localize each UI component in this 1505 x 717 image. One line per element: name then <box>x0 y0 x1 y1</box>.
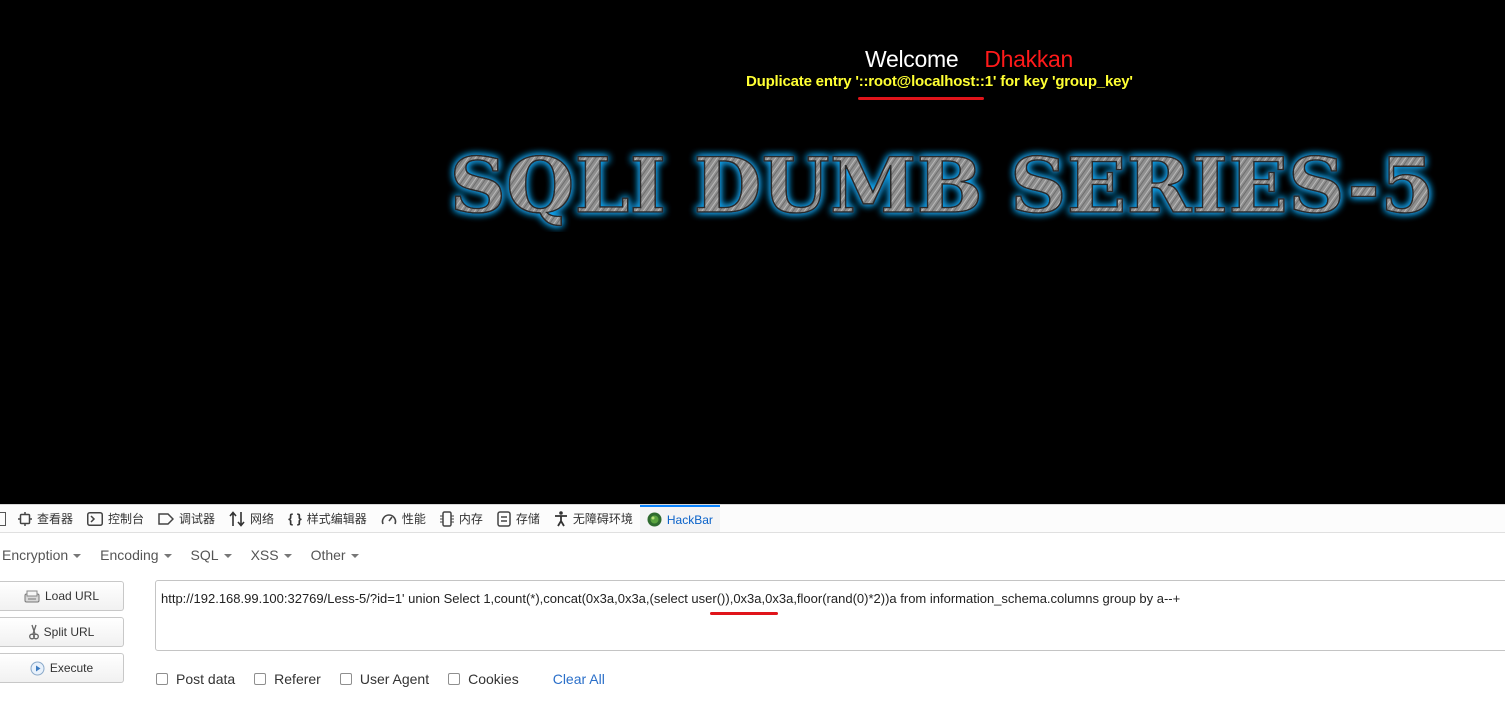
picker-icon[interactable] <box>0 511 6 526</box>
banner-title: SQLI DUMB SERIES-5 <box>449 142 1436 231</box>
welcome-label: Welcome <box>864 46 959 72</box>
menu-other[interactable]: Other <box>311 547 359 563</box>
tab-label: 无障碍环境 <box>572 512 633 526</box>
user-agent-checkbox[interactable] <box>339 673 352 685</box>
tab-label: 调试器 <box>179 512 216 526</box>
error-prefix: Duplicate entry ' <box>746 73 859 90</box>
hackbar-icon <box>647 512 662 527</box>
menu-label: SQL <box>190 547 219 563</box>
tab-storage[interactable]: 存储 <box>490 505 547 532</box>
page-content: Welcome Dhakkan Duplicate entry '::root@l… <box>0 0 1505 504</box>
tab-memory[interactable]: 内存 <box>433 505 490 532</box>
tab-label: 存储 <box>515 512 540 526</box>
caret-down-icon <box>163 554 172 558</box>
menu-xss[interactable]: XSS <box>251 547 292 563</box>
hackbar-menu: Encryption Encoding SQL XSS Other <box>0 540 378 570</box>
tab-label: 性能 <box>401 512 426 526</box>
banner-text: SQLI DUMB SERIES-5 <box>450 142 1435 230</box>
menu-sql[interactable]: SQL <box>191 547 232 563</box>
tab-label: 查看器 <box>37 512 74 526</box>
tab-style-editor[interactable]: { } 样式编辑器 <box>281 505 374 532</box>
split-url-label: Split URL <box>43 625 95 639</box>
tab-hackbar[interactable]: HackBar <box>639 505 720 532</box>
option-label: Post data <box>176 671 236 687</box>
console-icon <box>87 511 104 526</box>
error-highlight: ::root@localhost::1 <box>858 73 993 90</box>
error-message: Duplicate entry '::root@localhost::1' fo… <box>746 73 1133 90</box>
post-data-option[interactable]: Post data <box>156 671 235 687</box>
caret-down-icon <box>350 554 359 558</box>
scissors-icon <box>28 624 39 640</box>
load-url-icon <box>24 590 40 602</box>
menu-encoding[interactable]: Encoding <box>100 547 172 563</box>
error-underline-mark <box>858 97 984 100</box>
clear-all-link[interactable]: Clear All <box>553 671 605 687</box>
cookies-option[interactable]: Cookies <box>448 671 519 687</box>
url-highlight: select user() <box>653 591 726 606</box>
tab-network[interactable]: 网络 <box>222 505 281 532</box>
menu-encryption[interactable]: Encryption <box>2 547 82 563</box>
style-editor-icon: { } <box>288 511 302 526</box>
user-name: Dhakkan <box>984 46 1074 72</box>
network-icon <box>229 510 245 527</box>
tab-debugger[interactable]: 调试器 <box>151 505 222 532</box>
welcome-line: Welcome Dhakkan <box>0 46 1505 73</box>
options-row: Post data Referer User Agent Cookies Cle… <box>156 669 605 689</box>
menu-label: Encryption <box>2 547 69 563</box>
caret-down-icon <box>223 554 232 558</box>
execute-button[interactable]: Execute <box>0 653 124 683</box>
tab-label: 样式编辑器 <box>306 512 367 526</box>
tab-accessibility[interactable]: 无障碍环境 <box>547 505 640 532</box>
option-label: Referer <box>274 671 321 687</box>
post-data-checkbox[interactable] <box>156 673 168 685</box>
inspector-icon <box>18 511 32 526</box>
caret-down-icon <box>73 554 82 558</box>
error-suffix: ' for key 'group_key' <box>992 73 1133 90</box>
menu-label: Encoding <box>100 547 159 563</box>
tab-inspector[interactable]: 查看器 <box>18 505 80 532</box>
referer-option[interactable]: Referer <box>254 671 321 687</box>
option-label: User Agent <box>359 671 430 687</box>
execute-label: Execute <box>49 661 94 675</box>
tab-label: 控制台 <box>108 512 145 526</box>
accessibility-icon <box>554 510 567 526</box>
load-url-button[interactable]: Load URL <box>0 581 124 611</box>
performance-icon <box>381 513 397 524</box>
tab-label: 内存 <box>458 512 483 526</box>
caret-down-icon <box>283 554 292 558</box>
tab-label: 网络 <box>250 512 275 526</box>
play-icon <box>30 661 45 675</box>
tab-console[interactable]: 控制台 <box>80 505 151 532</box>
devtools-tab-bar: 查看器 控制台 调试器 网络 { } 样式编辑器 性能 内存 存储 无障碍环境 … <box>0 504 1505 533</box>
menu-label: Other <box>310 547 346 563</box>
url-underline-mark <box>710 612 778 615</box>
referer-checkbox[interactable] <box>254 673 267 685</box>
url-prefix: http://192.168.99.100:32769/Less-5/?id=1… <box>161 591 654 606</box>
user-agent-option[interactable]: User Agent <box>339 671 430 687</box>
url-input[interactable]: http://192.168.99.100:32769/Less-5/?id=1… <box>155 580 1505 651</box>
load-url-label: Load URL <box>44 589 100 603</box>
split-url-button[interactable]: Split URL <box>0 617 124 647</box>
option-label: Cookies <box>468 671 519 687</box>
tab-label: HackBar <box>666 512 713 527</box>
url-suffix: ),0x3a,0x3a,floor(rand(0)*2))a from info… <box>725 591 1181 606</box>
menu-label: XSS <box>250 547 279 563</box>
tab-performance[interactable]: 性能 <box>374 505 433 532</box>
debugger-icon <box>158 512 175 525</box>
storage-icon <box>497 510 511 527</box>
cookies-checkbox[interactable] <box>448 673 461 685</box>
memory-icon <box>439 510 454 527</box>
